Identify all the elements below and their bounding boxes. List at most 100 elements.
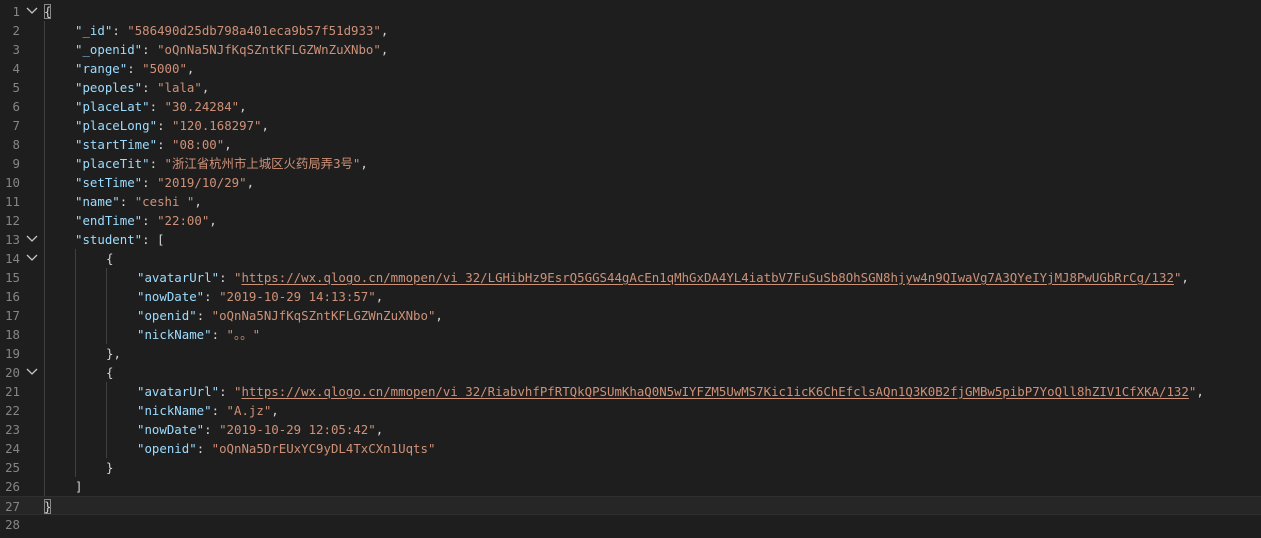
code-line[interactable]: 1{ — [0, 2, 1261, 21]
indent-guide — [106, 268, 107, 287]
json-punctuation: : — [204, 289, 220, 304]
json-string: "30.24284" — [164, 99, 240, 114]
indent-guide — [106, 382, 107, 401]
code-text: ] — [75, 477, 82, 496]
json-string: "08:00" — [171, 137, 225, 152]
code-line[interactable]: 26] — [0, 477, 1261, 496]
url-link[interactable]: https://wx.qlogo.cn/mmopen/vi_32/LGHibHz… — [241, 270, 1173, 285]
indent-guide — [75, 249, 76, 268]
json-key: "nowDate" — [137, 289, 205, 304]
code-line[interactable]: 23 "nowDate": "2019-10-29 12:05:42", — [0, 420, 1261, 439]
json-string: "A.jz" — [226, 403, 272, 418]
url-link[interactable]: https://wx.qlogo.cn/mmopen/vi_32/Riabvhf… — [241, 384, 1188, 399]
code-line[interactable]: 21 "avatarUrl": "https://wx.qlogo.cn/mmop… — [0, 382, 1261, 401]
json-punctuation: : — [112, 23, 128, 38]
json-punctuation: } — [106, 460, 114, 475]
indent-guide — [44, 230, 45, 249]
code-line[interactable]: 2 "_id": "586490d25db798a401eca9b57f51d93… — [0, 21, 1261, 40]
code-line[interactable]: 10 "setTime": "2019/10/29", — [0, 173, 1261, 192]
code-text: "peoples": "lala", — [75, 78, 209, 97]
code-line[interactable]: 27} — [0, 496, 1261, 515]
code-line[interactable]: 19}, — [0, 344, 1261, 363]
code-line[interactable]: 7 "placeLong": "120.168297", — [0, 116, 1261, 135]
indent-guide — [75, 363, 76, 382]
line-number: 19 — [5, 346, 20, 361]
code-line[interactable]: 16 "nowDate": "2019-10-29 14:13:57", — [0, 287, 1261, 306]
line-number: 11 — [5, 194, 20, 209]
json-key: "endTime" — [75, 213, 143, 228]
indent-guide — [44, 477, 45, 496]
json-punctuation: : — [157, 118, 172, 133]
code-line[interactable]: 18 "nickName": "。。" — [0, 325, 1261, 344]
code-editor[interactable]: 1{2 "_id": "586490d25db798a401eca9b57f51d… — [0, 0, 1261, 538]
code-line[interactable]: 6 "placeLat": "30.24284", — [0, 97, 1261, 116]
indent-guide — [44, 306, 45, 325]
line-number: 10 — [5, 175, 20, 190]
code-line[interactable]: 25} — [0, 458, 1261, 477]
chevron-down-icon[interactable] — [24, 2, 40, 21]
code-text: "endTime": "22:00", — [75, 211, 217, 230]
code-text: "_id": "586490d25db798a401eca9b57f51d933… — [75, 21, 388, 40]
json-key: "nowDate" — [137, 422, 205, 437]
indent-guide — [75, 420, 76, 439]
code-line[interactable]: 15 "avatarUrl": "https://wx.qlogo.cn/mmop… — [0, 268, 1261, 287]
code-line[interactable]: 4 "range": "5000", — [0, 59, 1261, 78]
json-punctuation: : — [219, 384, 234, 399]
code-line[interactable]: 24 "openid": "oQnNa5DrEUxYC9yDL4TxCXn1Uqt… — [0, 439, 1261, 458]
chevron-down-icon[interactable] — [24, 249, 40, 268]
chevron-down-icon[interactable] — [24, 230, 40, 249]
code-line[interactable]: 13 "student": [ — [0, 230, 1261, 249]
json-key: "name" — [75, 194, 120, 209]
code-text: "openid": "oQnNa5NJfKqSZntKFLGZWnZuXNbo"… — [137, 306, 443, 325]
code-text: "placeLat": "30.24284", — [75, 97, 247, 116]
code-line[interactable]: 20 { — [0, 363, 1261, 382]
json-key: "range" — [75, 61, 128, 76]
json-string: "lala" — [157, 80, 202, 95]
json-punctuation: , — [380, 23, 389, 38]
line-number: 21 — [5, 384, 20, 399]
code-line[interactable]: 22 "nickName": "A.jz", — [0, 401, 1261, 420]
code-line[interactable]: 5 "peoples": "lala", — [0, 78, 1261, 97]
indent-guide — [44, 59, 45, 78]
json-punctuation: , — [261, 118, 269, 133]
json-string: "2019/10/29" — [157, 175, 247, 190]
chevron-down-icon[interactable] — [24, 363, 40, 382]
indent-guide — [44, 401, 45, 420]
json-string: "2019-10-29 12:05:42" — [219, 422, 376, 437]
indent-guide — [44, 458, 45, 477]
code-line[interactable]: 8 "startTime": "08:00", — [0, 135, 1261, 154]
line-number: 23 — [5, 422, 20, 437]
json-punctuation: : — [142, 42, 158, 57]
code-line[interactable]: 3 "_openid": "oQnNa5NJfKqSZntKFLGZWnZuXNb… — [0, 40, 1261, 59]
code-line[interactable]: 17 "openid": "oQnNa5NJfKqSZntKFLGZWnZuXNb… — [0, 306, 1261, 325]
json-punctuation: , — [435, 308, 443, 323]
json-punctuation: , — [1196, 384, 1204, 399]
indent-guide — [44, 97, 45, 116]
code-text: "openid": "oQnNa5DrEUxYC9yDL4TxCXn1Uqts" — [137, 439, 435, 458]
code-line[interactable]: 14 { — [0, 249, 1261, 268]
code-text: }, — [106, 344, 121, 363]
json-key: "placeLat" — [75, 99, 150, 114]
line-number: 4 — [12, 61, 20, 76]
json-punctuation: : — [211, 327, 227, 342]
indent-guide — [44, 420, 45, 439]
json-punctuation: : — [204, 422, 220, 437]
json-punctuation: : — [196, 441, 212, 456]
code-text: "_openid": "oQnNa5NJfKqSZntKFLGZWnZuXNbo… — [75, 40, 388, 59]
line-number: 9 — [12, 156, 20, 171]
json-punctuation: , — [1181, 270, 1189, 285]
code-line[interactable]: 12 "endTime": "22:00", — [0, 211, 1261, 230]
json-key: "openid" — [137, 308, 197, 323]
code-line[interactable]: 9 "placeTit": "浙江省杭州市上城区火药局弄3号", — [0, 154, 1261, 173]
line-number: 24 — [5, 441, 20, 456]
json-punctuation: : — [142, 80, 158, 95]
json-punctuation: , — [209, 213, 217, 228]
indent-guide — [75, 287, 76, 306]
json-key: "setTime" — [75, 175, 143, 190]
json-punctuation: : — [142, 175, 158, 190]
json-key: "avatarUrl" — [137, 384, 220, 399]
json-string: "ceshi " — [134, 194, 195, 209]
json-punctuation: , — [271, 403, 279, 418]
code-line[interactable]: 11 "name": "ceshi ", — [0, 192, 1261, 211]
code-line[interactable]: 28 — [0, 515, 1261, 534]
